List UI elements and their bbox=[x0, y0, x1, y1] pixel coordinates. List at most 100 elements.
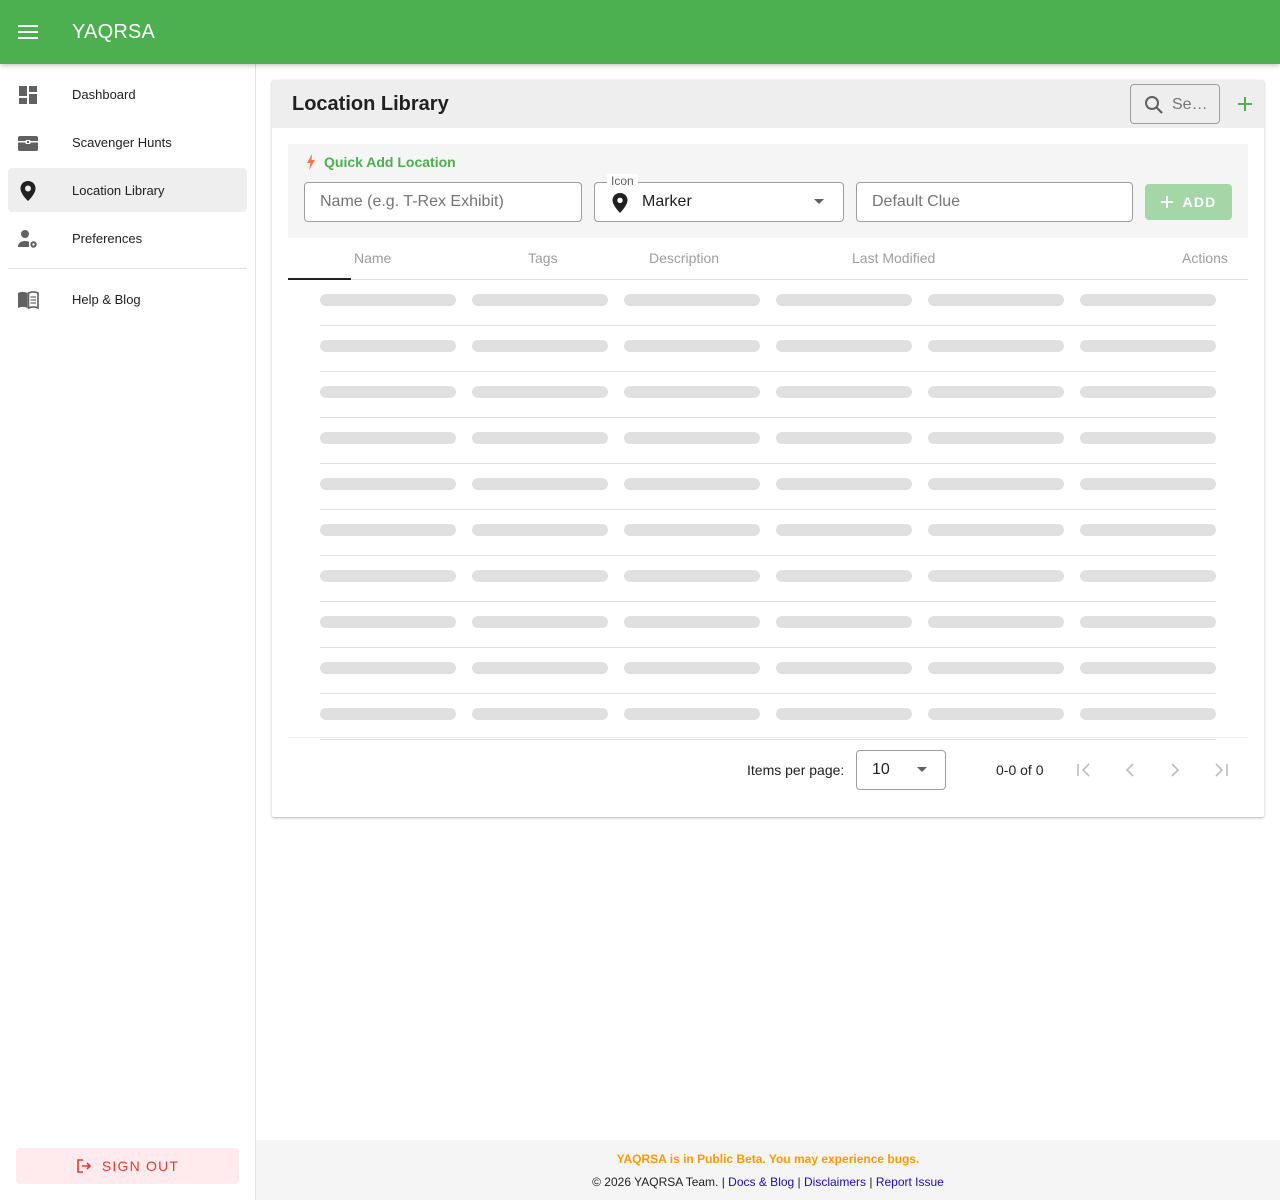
skeleton-cell bbox=[1080, 570, 1216, 582]
paginator-divider bbox=[288, 737, 1248, 738]
docs-blog-link[interactable]: Docs & Blog bbox=[728, 1175, 794, 1189]
skeleton-cell bbox=[776, 616, 912, 628]
skeleton-cell bbox=[928, 432, 1064, 444]
app-title[interactable]: YAQRSA bbox=[72, 21, 155, 44]
default-clue-field[interactable]: Default Clue bbox=[856, 182, 1133, 222]
skeleton-cell bbox=[928, 708, 1064, 720]
first-page-button[interactable] bbox=[1071, 757, 1097, 783]
skeleton-cell bbox=[472, 478, 608, 490]
app-toolbar: YAQRSA bbox=[0, 0, 1280, 64]
sign-out-label: SIGN OUT bbox=[101, 1158, 180, 1174]
column-header-actions: Actions bbox=[1182, 250, 1228, 266]
menu-button[interactable] bbox=[0, 0, 56, 64]
skeleton-cell bbox=[776, 294, 912, 306]
sidebar-item-location-library[interactable]: Location Library bbox=[8, 168, 247, 212]
logout-icon bbox=[77, 1159, 91, 1173]
skeleton-cell bbox=[776, 386, 912, 398]
skeleton-cell bbox=[1080, 340, 1216, 352]
icon-select-value: Marker bbox=[642, 193, 692, 210]
footer-links: © 2026 YAQRSA Team. | Docs & Blog | Disc… bbox=[592, 1175, 944, 1189]
skeleton-cell bbox=[928, 386, 1064, 398]
previous-page-button[interactable] bbox=[1117, 757, 1143, 783]
chevron-right-icon bbox=[1171, 763, 1180, 777]
skeleton-cell bbox=[472, 708, 608, 720]
sidebar-item-help-blog[interactable]: Help & Blog bbox=[8, 277, 247, 321]
sidebar-item-scavenger-hunts[interactable]: Scavenger Hunts bbox=[8, 120, 247, 164]
table-row bbox=[320, 556, 1216, 602]
skeleton-cell bbox=[776, 432, 912, 444]
skeleton-cell bbox=[624, 616, 760, 628]
icon-select[interactable]: Icon Marker bbox=[594, 174, 844, 222]
search-placeholder: Se… bbox=[1172, 96, 1208, 113]
skeleton-cell bbox=[1080, 294, 1216, 306]
skeleton-cell bbox=[320, 294, 456, 306]
search-input[interactable]: Se… bbox=[1130, 84, 1220, 124]
skeleton-cell bbox=[472, 432, 608, 444]
skeleton-cell bbox=[928, 524, 1064, 536]
copyright-text: © 2026 YAQRSA Team. | bbox=[592, 1175, 725, 1189]
skeleton-cell bbox=[776, 662, 912, 674]
skeleton-cell bbox=[624, 294, 760, 306]
skeleton-cell bbox=[320, 340, 456, 352]
next-page-button[interactable] bbox=[1162, 757, 1188, 783]
skeleton-cell bbox=[624, 386, 760, 398]
skeleton-cell bbox=[320, 524, 456, 536]
dashboard-icon bbox=[19, 86, 37, 104]
last-page-button[interactable] bbox=[1208, 757, 1234, 783]
table-row bbox=[320, 280, 1216, 326]
skeleton-cell bbox=[776, 340, 912, 352]
location-pin-icon bbox=[20, 181, 36, 201]
beta-notice: YAQRSA is in Public Beta. You may experi… bbox=[616, 1152, 920, 1166]
skeleton-cell bbox=[776, 524, 912, 536]
add-button[interactable]: ADD bbox=[1145, 184, 1232, 220]
sidebar-item-dashboard[interactable]: Dashboard bbox=[8, 72, 247, 116]
column-header-name[interactable]: Name bbox=[354, 250, 391, 266]
column-header-last-modified[interactable]: Last Modified bbox=[852, 250, 935, 266]
skeleton-cell bbox=[320, 570, 456, 582]
table-row bbox=[320, 326, 1216, 372]
skeleton-cell bbox=[624, 662, 760, 674]
bolt-icon bbox=[307, 154, 315, 170]
skeleton-cell bbox=[320, 386, 456, 398]
column-header-description[interactable]: Description bbox=[649, 250, 719, 266]
sidebar-item-preferences[interactable]: Preferences bbox=[8, 216, 247, 260]
skeleton-cell bbox=[320, 478, 456, 490]
skeleton-cell bbox=[928, 616, 1064, 628]
skeleton-cell bbox=[1080, 616, 1216, 628]
skeleton-cell bbox=[776, 570, 912, 582]
table-row bbox=[320, 418, 1216, 464]
skeleton-cell bbox=[776, 708, 912, 720]
skeleton-cell bbox=[1080, 478, 1216, 490]
treasure-chest-icon bbox=[18, 136, 38, 151]
skeleton-cell bbox=[624, 524, 760, 536]
plus-icon bbox=[1160, 196, 1173, 208]
skeleton-cell bbox=[320, 616, 456, 628]
clue-placeholder: Default Clue bbox=[872, 193, 961, 210]
table-row bbox=[320, 694, 1216, 740]
skeleton-cell bbox=[1080, 432, 1216, 444]
skeleton-cell bbox=[1080, 708, 1216, 720]
column-header-tags[interactable]: Tags bbox=[528, 250, 558, 266]
sidebar-item-label: Scavenger Hunts bbox=[72, 134, 172, 150]
sidebar-item-label: Dashboard bbox=[72, 86, 136, 102]
report-issue-link[interactable]: Report Issue bbox=[876, 1175, 944, 1189]
skeleton-cell bbox=[1080, 524, 1216, 536]
items-per-page-value: 10 bbox=[872, 761, 890, 778]
skeleton-cell bbox=[472, 662, 608, 674]
sign-out-button[interactable]: SIGN OUT bbox=[16, 1148, 239, 1184]
table-row bbox=[320, 602, 1216, 648]
disclaimers-link[interactable]: Disclaimers bbox=[804, 1175, 866, 1189]
sidebar-item-label: Help & Blog bbox=[72, 291, 141, 307]
items-per-page-select[interactable]: 10 bbox=[856, 750, 946, 790]
chevron-down-icon bbox=[814, 199, 824, 204]
items-per-page-label: Items per page: bbox=[747, 762, 845, 778]
footer: YAQRSA is in Public Beta. You may experi… bbox=[256, 1140, 1280, 1200]
skeleton-cell bbox=[928, 662, 1064, 674]
add-location-button[interactable] bbox=[1233, 92, 1257, 116]
skeleton-cell bbox=[472, 570, 608, 582]
menu-icon bbox=[18, 25, 38, 39]
skeleton-cell bbox=[624, 432, 760, 444]
sidebar-item-label: Preferences bbox=[72, 230, 143, 246]
location-name-field[interactable]: Name (e.g. T-Rex Exhibit) bbox=[304, 182, 582, 222]
table-row bbox=[320, 464, 1216, 510]
